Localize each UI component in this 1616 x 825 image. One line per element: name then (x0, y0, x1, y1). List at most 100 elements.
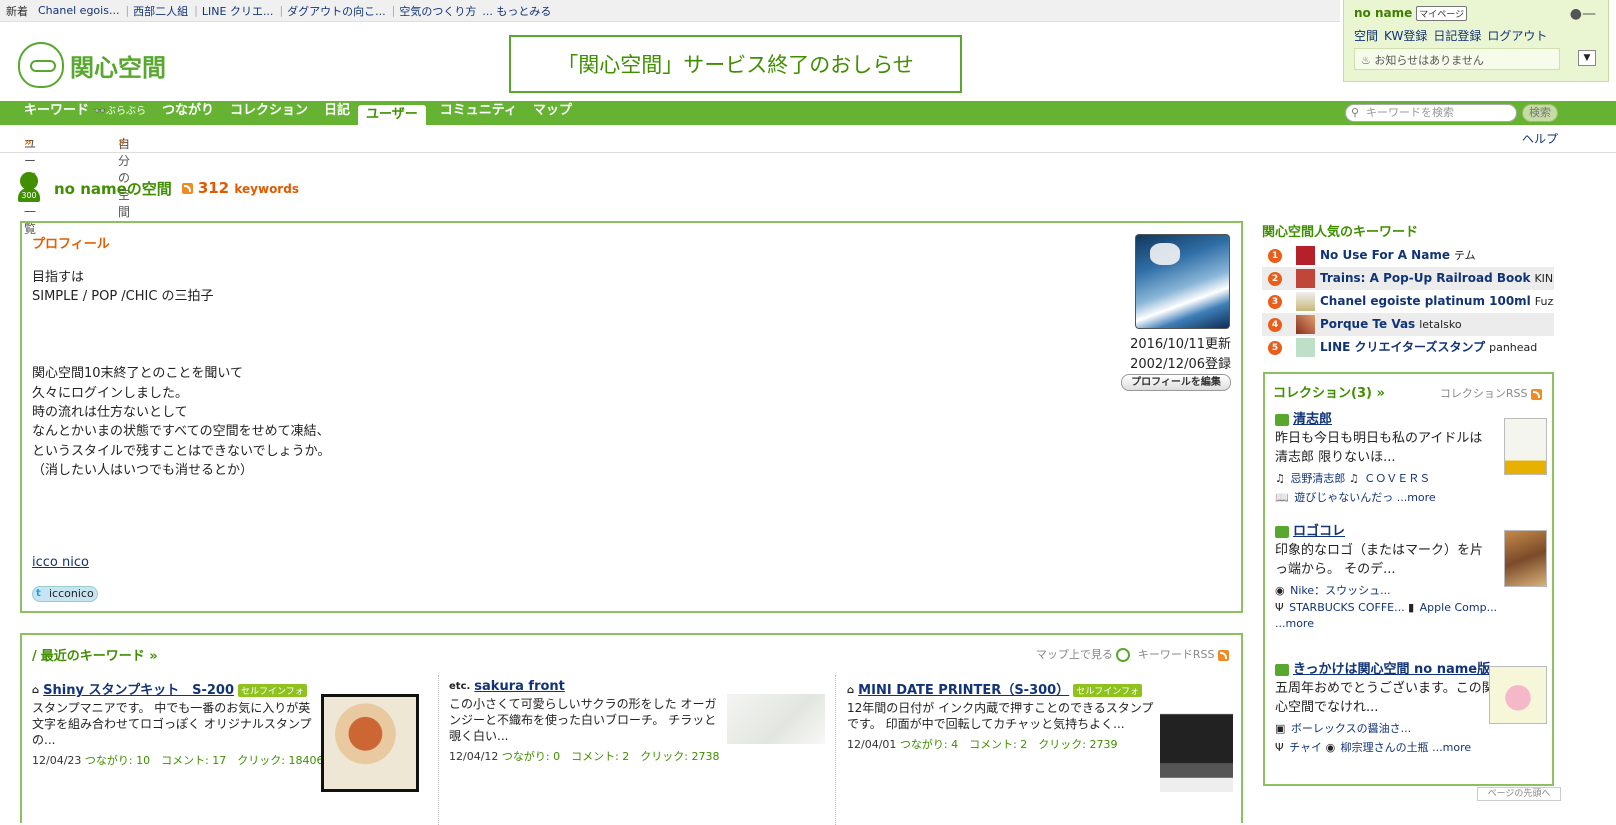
profile-box: プロフィール 目指すは SIMPLE / POP /CHIC の三拍子 関心空間… (20, 221, 1243, 613)
more-link[interactable]: ... もっとみる (482, 3, 551, 19)
rank-badge: 2 (1268, 272, 1282, 286)
popular-item[interactable]: 2 Trains: A Pop-Up Railroad BookKINSENK (1262, 267, 1554, 290)
keyword-count[interactable]: 312 keywords (198, 179, 299, 197)
keyword-title[interactable]: Shiny スタンプキット S-200 (43, 683, 234, 698)
new-item[interactable]: ダグアウトの向こ... (287, 3, 386, 19)
music-icon: ♫ (1275, 472, 1285, 485)
twitter-badge[interactable]: t icconico (32, 586, 98, 602)
rank-badge: 3 (1268, 295, 1282, 309)
keyword-thumbnail (1296, 269, 1315, 288)
registered-date: 2002/12/06登録 (1130, 357, 1231, 372)
glasses-icon[interactable]: ●— (1570, 6, 1596, 22)
nav-diary[interactable]: 日記 (316, 101, 358, 125)
popular-item[interactable]: 3 Chanel egoiste platinum 100mlFuzzio (1262, 290, 1554, 313)
keyword-card: ⌂ MINI DATE PRINTER（S-300） セルフインフォ 12年間の日付… (847, 679, 1237, 801)
self-info-tag: セルフインフォ (1073, 684, 1142, 697)
popular-item[interactable]: 1 No Use For A Name テム (1262, 244, 1554, 267)
twitter-icon: t (36, 588, 41, 599)
search-button[interactable]: 検索 (1522, 104, 1558, 122)
popular-keywords: 関心空間人気のキーワード 1 No Use For A Name テム 2 Tra… (1262, 221, 1554, 359)
collection-thumbnail[interactable] (1504, 418, 1547, 475)
collection-links: Ψ STARBUCKS COFFE... ▮ Apple Comp... (1275, 601, 1498, 614)
nav-connection[interactable]: つながり (154, 101, 222, 125)
profile-link[interactable]: icco nico (32, 555, 89, 570)
notice-dropdown-button[interactable]: ▼ (1578, 50, 1596, 66)
nav-keyword[interactable]: キーワード 👓ぶらぶら (0, 101, 154, 125)
keyword-rss-link[interactable]: キーワードRSS (1138, 648, 1215, 661)
collection-title[interactable]: ロゴコレ (1293, 524, 1345, 539)
user-links: 空間 KW登録 日記登録 ログアウト (1354, 27, 1598, 44)
collection-links: Ψ チャイ ◉ 柳宗理さんの土瓶 ...more (1275, 741, 1472, 754)
keyword-search-input[interactable]: ⚲ キーワードを検索 (1345, 104, 1517, 122)
nav-community[interactable]: コミュニティ (432, 101, 525, 125)
space-title[interactable]: no nameの空間 (54, 178, 172, 199)
user-name[interactable]: no name (1354, 6, 1412, 20)
new-item[interactable]: 西部二人組 (133, 3, 188, 19)
keyword-title[interactable]: MINI DATE PRINTER（S-300） (858, 683, 1069, 698)
collection-links: 📖 遊びじゃないんだっ ...more (1275, 491, 1436, 504)
recent-tools: マップ上で見る キーワードRSS (1036, 646, 1229, 662)
kw-register-link[interactable]: KW登録 (1384, 29, 1427, 43)
updated-date: 2016/10/11更新 (1130, 337, 1231, 352)
book-icon: 📖 (1275, 491, 1289, 504)
new-item[interactable]: LINE クリエ... (202, 3, 274, 19)
main-nav: キーワード 👓ぶらぶら つながり コレクション 日記 ユーザー コミュニティ マ… (0, 101, 1616, 125)
popular-item[interactable]: 5 LINE クリエイターズスタンプ panhead (1262, 336, 1554, 359)
new-item[interactable]: 空気のつくり方 (399, 3, 476, 19)
collection-thumbnail[interactable] (1504, 530, 1547, 587)
globe-icon: ◉ (1275, 584, 1285, 597)
rss-icon[interactable] (181, 182, 193, 194)
new-label: 新着 (6, 4, 28, 18)
collection-thumbnail[interactable] (1489, 666, 1547, 724)
rank-badge: 1 (1268, 249, 1282, 263)
collection-item: きっかけは関心空間 no name版 五周年おめでとうございます。この関心空間で… (1275, 658, 1547, 755)
collection-title[interactable]: きっかけは関心空間 no name版 (1293, 662, 1490, 677)
diary-register-link[interactable]: 日記登録 (1433, 29, 1481, 43)
help-link[interactable]: ヘルプ (1522, 130, 1558, 147)
map-view-link[interactable]: マップ上で見る (1036, 648, 1113, 661)
collection-rss[interactable]: コレクションRSS (1440, 385, 1542, 401)
collection-title[interactable]: 清志郎 (1293, 412, 1332, 427)
sub-nav: ユーザー一覧 » 自分の空間 » ヘルプ (0, 125, 1616, 236)
recent-keywords-box: / 最近のキーワード » マップ上で見る キーワードRSS ⌂ Shiny スタンプ… (20, 633, 1243, 825)
service-end-announcement[interactable]: 「関心空間」サービス終了のおしらせ (509, 35, 962, 93)
collection-item: ロゴコレ 印象的なロゴ（またはマーク）を片っ端から。 そのデ... ◉ Nike… (1275, 520, 1547, 630)
user-avatar-icon: 300 (18, 172, 40, 204)
collection-more[interactable]: ...more (1275, 617, 1547, 630)
rss-icon[interactable] (1218, 649, 1229, 661)
mypage-badge[interactable]: マイページ (1416, 6, 1468, 21)
popular-item[interactable]: 4 Porque Te Vas letalsko (1262, 313, 1554, 336)
rank-badge: 5 (1268, 341, 1282, 355)
keyword-title[interactable]: sakura front (474, 679, 565, 694)
space-header: 300 no nameの空間 312 keywords (18, 172, 299, 204)
keyword-desc: スタンプマニアです。 中でも一番のお気に入りが英文字を組み合わせてロゴっぽく オ… (32, 701, 312, 747)
page-top-button[interactable]: ページの先頭へ (1477, 787, 1561, 801)
collection-icon (1275, 413, 1289, 426)
keyword-card: etc. sakura front この小さくて可愛らしいサクラの形をした オーガ… (449, 679, 834, 801)
keyword-meta: 12/04/12 つながり: 0 コメント: 2 クリック: 2738 (449, 750, 720, 763)
bell-icon: ♨ (1361, 54, 1371, 67)
nav-user[interactable]: ユーザー (358, 105, 426, 125)
user-panel: no name マイページ ●— 空間 KW登録 日記登録 ログアウト ♨ お知らせはあ… (1343, 0, 1609, 82)
nav-collection[interactable]: コレクション (222, 101, 316, 125)
shop-icon: ⌂ (847, 685, 855, 696)
music-icon: ♫ (1348, 472, 1359, 485)
logo-text: 関心空間 (70, 53, 166, 82)
collection-desc: 昨日も今日も明日も私のアイドルは清志郎 限りないほ... (1275, 431, 1483, 465)
shop-icon: ⌂ (32, 685, 40, 696)
profile-photo (1135, 234, 1230, 329)
nav-map[interactable]: マップ (525, 101, 580, 125)
keyword-thumbnail[interactable] (321, 694, 419, 792)
keyword-thumbnail[interactable] (727, 694, 825, 744)
keyword-thumbnail (1296, 338, 1315, 357)
keyword-desc: 12年間の日付が インク内蔵で押すことのできるスタンプです。 印面が中で回転して… (847, 701, 1154, 731)
globe-icon (1116, 648, 1131, 662)
edit-profile-button[interactable]: プロフィールを編集 (1121, 374, 1231, 391)
space-link[interactable]: 空間 (1354, 29, 1378, 43)
new-item[interactable]: Chanel egois... (38, 4, 119, 17)
keyword-thumbnail[interactable] (1160, 694, 1233, 792)
logout-link[interactable]: ログアウト (1487, 29, 1547, 43)
site-logo[interactable]: 関心空間 (18, 42, 166, 88)
notice-box: ♨ お知らせはありません (1354, 48, 1560, 70)
keyword-desc: この小さくて可愛らしいサクラの形をした オーガンジーと不織布を使った白いブローチ… (449, 697, 717, 743)
